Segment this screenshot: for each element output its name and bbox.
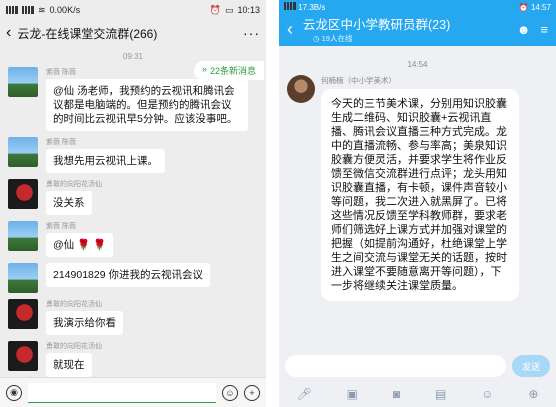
status-left: 17.3B/s — [284, 2, 325, 12]
plus-icon[interactable]: + — [244, 384, 260, 401]
message-item: 勇敢的向阳花汤仙 没关系 — [0, 179, 266, 215]
chat-header: ‹ 云龙-在线课堂交流群(266) ··· — [0, 20, 266, 46]
header: 17.3B/s ⏰ 14:57 ‹ 云龙区中小学教研员群(23) ◷ 19人在线… — [279, 0, 556, 46]
message-bubble[interactable]: 214901829 你进我的云视讯会议 — [46, 263, 210, 287]
message-input[interactable] — [285, 355, 506, 377]
status-bar: 17.3B/s ⏰ 14:57 — [279, 0, 556, 14]
new-messages-badge[interactable]: » 22条新消息 — [193, 61, 264, 80]
alarm-icon: ⏰ — [518, 2, 529, 12]
avatar[interactable] — [8, 67, 38, 97]
net-speed: 0.00K/s — [49, 5, 81, 15]
screenshot: ≋ 0.00K/s ⏰ ▭ 10:13 ‹ 云龙-在线课堂交流群(266) ··· 0… — [0, 0, 556, 407]
folder-icon[interactable]: ▤ — [435, 387, 446, 401]
status-right: ⏰ 14:57 — [518, 2, 551, 12]
clock: 10:13 — [237, 5, 260, 15]
chat-header: ‹ 云龙区中小学教研员群(23) ◷ 19人在线 ☻ ≡ — [279, 14, 556, 44]
time-divider: 14:54 — [407, 60, 428, 69]
image-icon[interactable]: ▣ — [347, 387, 358, 401]
online-count: ◷ 19人在线 — [313, 34, 353, 43]
status-bar: ≋ 0.00K/s ⏰ ▭ 10:13 — [0, 0, 266, 20]
signal-icon — [284, 2, 296, 10]
wifi-icon: ≋ — [38, 4, 46, 15]
back-icon[interactable]: ‹ — [287, 19, 293, 40]
sender-name: 何楠楠（中小学美术） — [321, 76, 396, 85]
sender-name: 勇敢的向阳花汤仙 — [46, 181, 102, 188]
right-chat-screen: 17.3B/s ⏰ 14:57 ‹ 云龙区中小学教研员群(23) ◷ 19人在线… — [279, 0, 556, 407]
alarm-icon: ⏰ — [209, 4, 221, 15]
avatar[interactable] — [8, 341, 38, 371]
message-item: 勇敢的向阳花汤仙 我演示给你看 — [0, 299, 266, 335]
message-bubble[interactable]: 我演示给你看 — [46, 311, 123, 335]
double-up-arrow-icon: » — [201, 64, 207, 74]
avatar[interactable] — [8, 179, 38, 209]
message-item: 勇敢的向阳花汤仙 就现在 — [0, 341, 266, 377]
battery-icon: ▭ — [224, 4, 234, 15]
avatar[interactable] — [8, 221, 38, 251]
emoji-icon[interactable]: ☺ — [481, 387, 493, 401]
input-bar: 发送 — [279, 351, 556, 381]
more-icon[interactable]: ··· — [243, 25, 260, 41]
message-bubble[interactable]: 我想先用云视讯上课。 — [46, 149, 165, 173]
sender-name: 紫薇 陈薇 — [46, 139, 76, 146]
sender-name: 勇敢的向阳花汤仙 — [46, 343, 102, 350]
voice-icon[interactable]: ◉ — [6, 384, 22, 401]
emoji-icon[interactable]: ☺ — [222, 384, 238, 401]
message-item: 何楠楠（中小学美术） 今天的三节美术课，分别用知识胶囊生成二维码、知识胶囊+云视… — [279, 75, 556, 301]
message-item: 紫薇 陈薇 我想先用云视讯上课。 — [0, 137, 266, 173]
avatar[interactable] — [287, 75, 315, 103]
toolbar: 🎤︎ ▣ ◙ ▤ ☺ ⊕ — [279, 381, 556, 407]
message-item: 紫薇 陈薇 @仙 🌹 🌹 — [0, 221, 266, 257]
sender-name: 紫薇 陈薇 — [46, 223, 76, 230]
plus-icon[interactable]: ⊕ — [528, 387, 538, 401]
message-item: 214901829 你进我的云视讯会议 — [0, 263, 266, 293]
camera-icon[interactable]: ◙ — [393, 387, 400, 401]
message-input[interactable] — [28, 382, 216, 403]
group-title: 云龙-在线课堂交流群(266) — [17, 26, 158, 41]
send-button[interactable]: 发送 — [512, 355, 550, 377]
message-bubble[interactable]: @仙 汤老师，我预约的云视讯和腾讯会议都是电脑端的。但是预约的腾讯会议的时间比云… — [46, 79, 248, 131]
back-icon[interactable]: ‹ — [6, 24, 11, 42]
message-bubble[interactable]: 没关系 — [46, 191, 92, 215]
avatar[interactable] — [8, 299, 38, 329]
signal-icon — [22, 6, 34, 14]
message-bubble[interactable]: 今天的三节美术课，分别用知识胶囊生成二维码、知识胶囊+云视讯直播、腾讯会议直播三… — [321, 89, 519, 301]
avatar[interactable] — [8, 137, 38, 167]
message-bubble[interactable]: @仙 🌹 🌹 — [46, 233, 114, 257]
group-title: 云龙区中小学教研员群(23) — [303, 18, 451, 32]
menu-icon[interactable]: ≡ — [540, 22, 548, 37]
avatar[interactable] — [8, 263, 38, 293]
group-icon[interactable]: ☻ — [517, 22, 531, 37]
input-bar: ◉ ☺ + — [0, 377, 266, 407]
mic-icon[interactable]: 🎤︎ — [296, 387, 311, 401]
signal-icon — [6, 6, 18, 14]
message-bubble[interactable]: 就现在 — [46, 353, 92, 377]
left-chat-screen: ≋ 0.00K/s ⏰ ▭ 10:13 ‹ 云龙-在线课堂交流群(266) ··· 0… — [0, 0, 266, 407]
time-divider: 09:31 — [122, 52, 144, 61]
sender-name: 勇敢的向阳花汤仙 — [46, 301, 102, 308]
